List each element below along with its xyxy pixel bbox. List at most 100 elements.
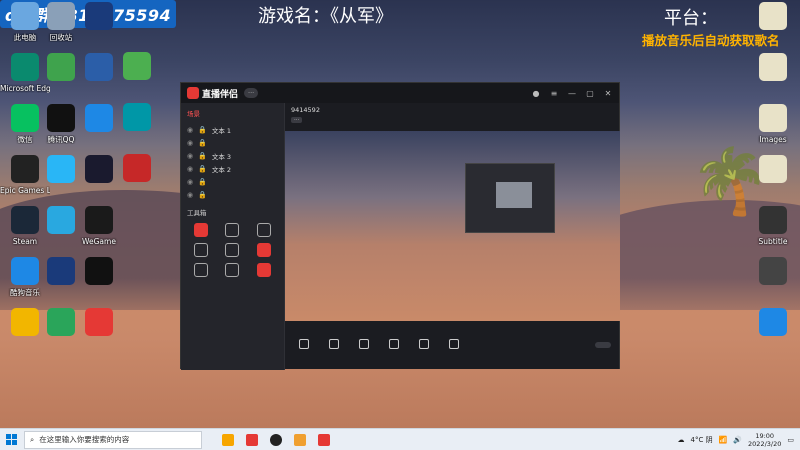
taskbar-app-icon[interactable] — [294, 433, 306, 446]
tab-scene[interactable]: 场景 — [187, 108, 200, 118]
lock-icon[interactable]: 🔒 — [198, 126, 207, 134]
tool-button[interactable] — [217, 223, 249, 239]
desktop-icon-label: 腾讯QQ — [47, 135, 75, 144]
desktop-icon[interactable] — [74, 2, 124, 33]
desktop-icon-label: WeGame — [82, 237, 116, 246]
tool-button[interactable] — [248, 223, 280, 239]
stream-preview[interactable] — [285, 131, 620, 321]
desktop-icon[interactable] — [112, 52, 162, 83]
taskbar-search[interactable]: ⌕ 在这里输入你要搜索的内容 — [24, 430, 202, 449]
taskbar: ⌕ 在这里输入你要搜索的内容 ☁ 4°C 阴 📶 🔊 19:00 2022/3/… — [0, 428, 800, 450]
taskbar-app-icon[interactable] — [222, 433, 234, 446]
weather-text[interactable]: 4°C 阴 — [691, 435, 713, 445]
speaker-button[interactable] — [443, 339, 465, 351]
lock-icon[interactable]: 🔒 — [198, 152, 207, 160]
volume-icon[interactable]: 🔊 — [733, 436, 742, 444]
maximize-icon[interactable]: ▢ — [585, 89, 595, 98]
clock-date: 2022/3/20 — [748, 439, 782, 448]
desktop-icon[interactable]: Images — [748, 104, 798, 144]
desktop-icon[interactable] — [748, 155, 798, 186]
tool-button[interactable] — [185, 243, 217, 259]
app-icon — [759, 206, 787, 234]
eye-icon[interactable]: ◉ — [187, 165, 193, 173]
tool-button[interactable] — [185, 263, 217, 279]
tool-button[interactable] — [248, 263, 280, 279]
menu-icon[interactable]: ≡ — [549, 89, 559, 98]
desktop-icon[interactable] — [748, 257, 798, 288]
source-item[interactable]: ◉ 🔒 文本 1 — [181, 123, 284, 136]
desktop-icon[interactable] — [112, 103, 162, 134]
eye-icon[interactable]: ◉ — [187, 139, 193, 147]
app-logo-icon — [187, 87, 199, 99]
desktop-icon[interactable]: WeGame — [74, 206, 124, 246]
system-tray: ☁ 4°C 阴 📶 🔊 19:00 2022/3/20 ▭ — [678, 432, 800, 448]
capcut-icon — [85, 257, 113, 285]
app-titlebar: 直播伴侣 ··· ● ≡ — ▢ ✕ — [181, 83, 619, 103]
source-item[interactable]: ◉ 🔒 — [181, 175, 284, 188]
app-icon — [759, 308, 787, 336]
desktop-icon-label: Steam — [12, 237, 38, 246]
lock-icon[interactable]: 🔒 — [198, 165, 207, 173]
source-item[interactable]: ◉ 🔒 — [181, 188, 284, 201]
desktop-icon-label: 回收站 — [49, 33, 73, 42]
taskbar-app-icon[interactable] — [318, 433, 330, 446]
tool-button[interactable] — [248, 243, 280, 259]
app-icon — [47, 53, 75, 81]
lock-icon[interactable]: 🔒 — [198, 178, 207, 186]
window-button[interactable] — [383, 339, 405, 351]
app-icon — [85, 104, 113, 132]
desktop-icon[interactable] — [112, 154, 162, 185]
avatar[interactable]: ● — [531, 89, 541, 98]
eye-icon[interactable]: ◉ — [187, 126, 193, 134]
version-badge[interactable]: ··· — [244, 88, 259, 98]
desktop-background: 🌴 🌴 q粉群：811275594 游戏名：《从军》 平台： 播放音乐后自动获取… — [0, 0, 800, 428]
room-id: 9414592 — [291, 106, 320, 114]
weather-icon[interactable]: ☁ — [678, 436, 685, 444]
eye-icon[interactable]: ◉ — [187, 191, 193, 199]
toolbox-title: 工具箱 — [187, 209, 207, 217]
microphone-button[interactable] — [413, 339, 435, 351]
scene-tabs: 场景 — [181, 103, 284, 123]
windows-logo-icon — [5, 434, 17, 445]
minimize-icon[interactable]: — — [567, 89, 577, 98]
room-header: 9414592 ··· — [285, 103, 619, 131]
lock-icon[interactable]: 🔒 — [198, 139, 207, 147]
search-placeholder: 在这里输入你要搜索的内容 — [39, 435, 130, 444]
steam-icon — [11, 206, 39, 234]
start-button[interactable] — [0, 429, 22, 450]
desktop-icon[interactable] — [74, 257, 124, 288]
go-live-button[interactable] — [595, 342, 611, 348]
tool-button[interactable] — [217, 243, 249, 259]
source-item[interactable]: ◉ 🔒 文本 3 — [181, 149, 284, 162]
source-item[interactable]: ◉ 🔒 文本 2 — [181, 162, 284, 175]
eye-icon[interactable]: ◉ — [187, 178, 193, 186]
notification-icon[interactable]: ▭ — [787, 436, 794, 444]
taskbar-app-icon[interactable] — [270, 433, 282, 446]
source-item[interactable]: ◉ 🔒 — [181, 136, 284, 149]
epic-icon — [11, 155, 39, 183]
app-icon — [123, 103, 151, 131]
qq-icon — [47, 104, 75, 132]
tool-button[interactable] — [185, 223, 217, 239]
taskbar-app-icon[interactable] — [246, 433, 258, 446]
desktop-icon[interactable] — [748, 308, 798, 339]
search-icon: ⌕ — [30, 434, 35, 444]
clock[interactable]: 19:00 2022/3/20 — [748, 432, 781, 448]
wifi-icon[interactable]: 📶 — [719, 436, 728, 444]
close-icon[interactable]: ✕ — [603, 89, 613, 98]
desktop-icon[interactable]: Subtitle — [748, 206, 798, 246]
camera-button[interactable] — [323, 339, 345, 351]
tool-button[interactable] — [217, 263, 249, 279]
lock-icon[interactable]: 🔒 — [198, 191, 207, 199]
live-companion-window[interactable]: 直播伴侣 ··· ● ≡ — ▢ ✕ 场景 ◉ 🔒 文本 1 ◉ 🔒 ◉ 🔒 文本 3 ◉ 🔒 文本… — [180, 82, 620, 370]
file-icon — [759, 155, 787, 183]
desktop-icon[interactable] — [748, 53, 798, 84]
settings-button[interactable]: ··· — [291, 117, 303, 123]
screen-capture-button[interactable] — [293, 339, 315, 351]
app-icon — [759, 257, 787, 285]
desktop-icon[interactable] — [74, 308, 124, 339]
desktop-icon[interactable] — [748, 2, 798, 33]
desktop-icon-label: Images — [759, 135, 787, 144]
eye-icon[interactable]: ◉ — [187, 152, 193, 160]
phone-screen-button[interactable] — [353, 339, 375, 351]
